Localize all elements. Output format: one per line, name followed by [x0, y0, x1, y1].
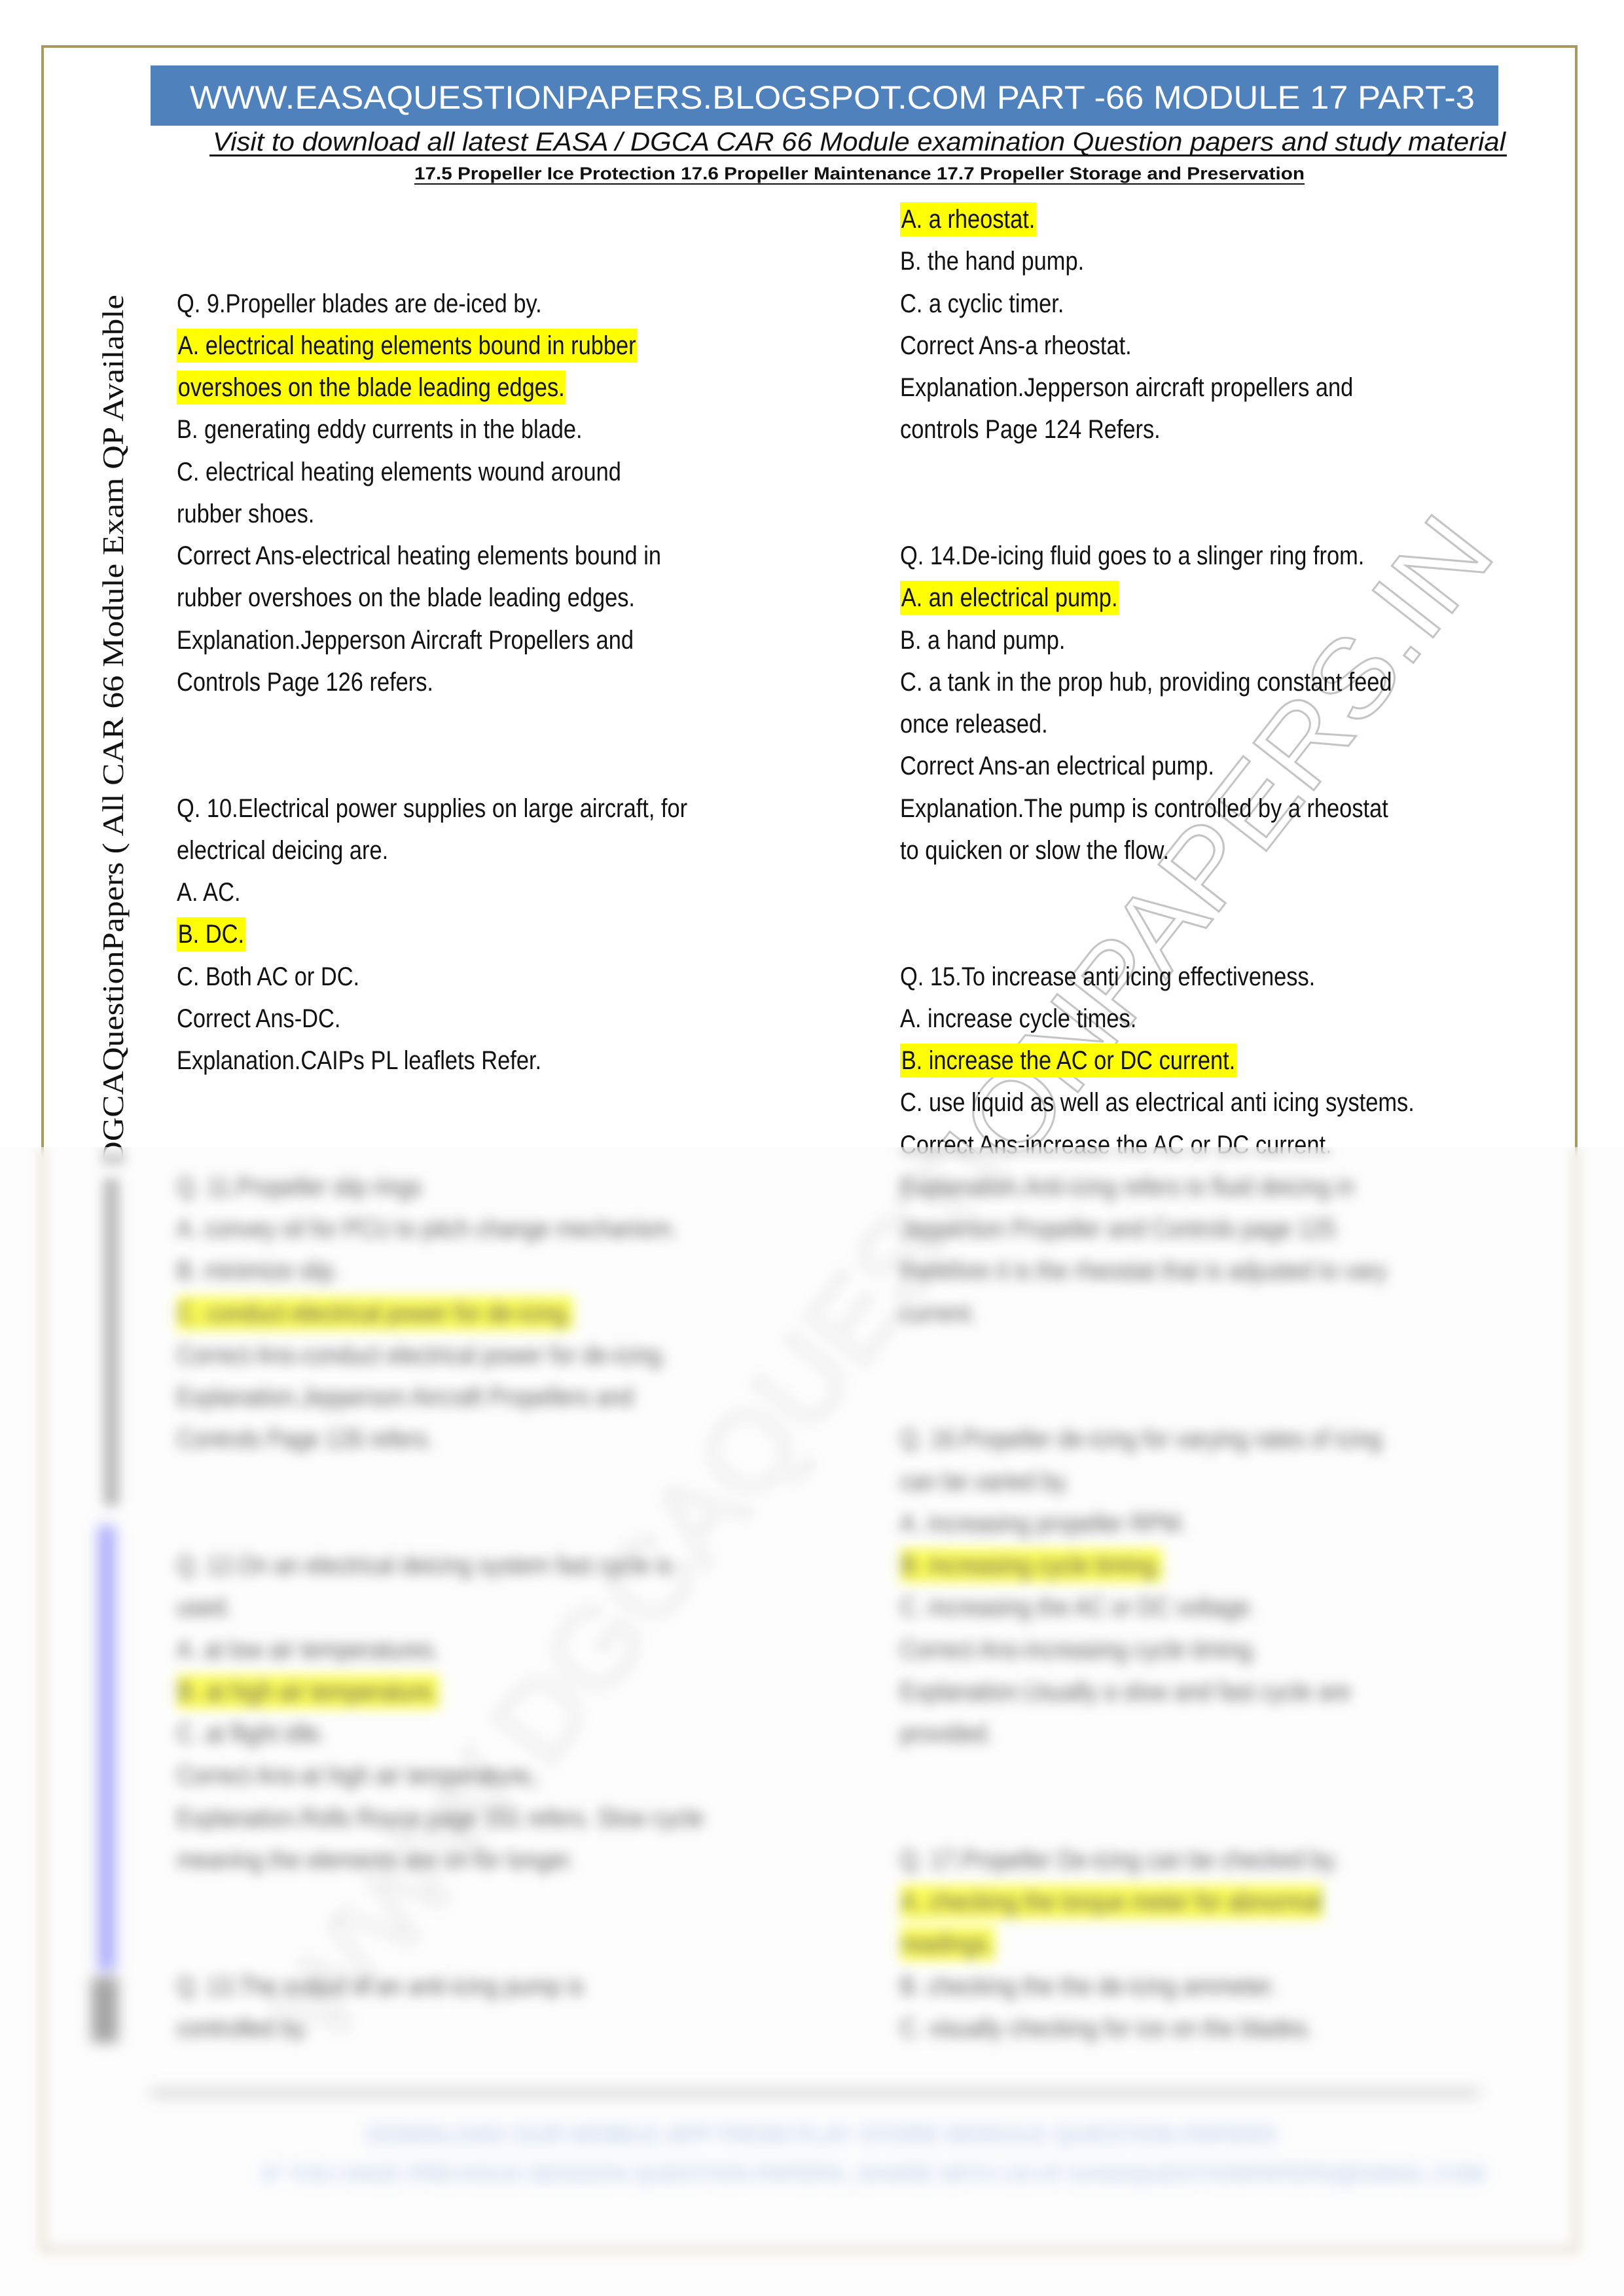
line-text: Q. 9.Propeller blades are de-iced by.	[177, 289, 542, 318]
question-line: Q. 14.De-icing fluid goes to a slinger r…	[900, 535, 1415, 577]
line-text: B. a hand pump.	[900, 625, 1066, 655]
answer-line: Correct Ans-DC.	[177, 998, 704, 1040]
highlighted-answer: B. DC.	[177, 917, 245, 952]
line-text: A. increase cycle times.	[900, 1004, 1137, 1033]
answer-line: rubber shoes.	[177, 493, 704, 535]
question-block: A. a rheostat. B. the hand pump. C. a cycl…	[900, 198, 1415, 451]
line-text: to quicken or slow the flow.	[900, 835, 1170, 865]
line-text: electrical deicing are.	[177, 835, 389, 865]
answer-line: once released.	[900, 703, 1415, 745]
answer-line: B. DC.	[177, 913, 704, 955]
line-text: Controls Page 126 refers.	[177, 667, 433, 697]
visit-underline	[209, 155, 1507, 156]
line-text: C. use liquid as well as electrical anti…	[900, 1088, 1415, 1118]
line-text: once released.	[900, 710, 1048, 738]
answer-line: rubber overshoes on the blade leading ed…	[177, 577, 704, 619]
line-text: Correct Ans-DC.	[177, 1004, 341, 1033]
line-text: C. a cyclic timer.	[900, 289, 1064, 318]
answer-line: Explanation.CAIPs PL leaflets Refer.	[177, 1040, 704, 1082]
line-text: Correct Ans-a rheostat.	[900, 331, 1132, 360]
answer-line: A. electrical heating elements bound in …	[177, 325, 704, 367]
highlighted-answer: A. electrical heating elements bound in …	[177, 328, 638, 363]
answer-line: B. generating eddy currents in the blade…	[177, 409, 704, 450]
line-text: B. generating eddy currents in the blade…	[177, 415, 583, 445]
answer-line: C. Both AC or DC.	[177, 956, 704, 998]
answer-line: Correct Ans-an electrical pump.	[900, 745, 1415, 787]
line-text: rubber shoes.	[177, 499, 315, 528]
question-block: Q. 9.Propeller blades are de-iced by. A. …	[177, 283, 704, 704]
answer-line: to quicken or slow the flow.	[900, 829, 1415, 871]
question-line: Q. 9.Propeller blades are de-iced by.	[177, 283, 704, 325]
line-text: Explanation.CAIPs PL leaflets Refer.	[177, 1046, 542, 1075]
answer-line: C. a tank in the prop hub, providing con…	[900, 661, 1415, 703]
question-line: Q. 10.Electrical power supplies on large…	[177, 788, 704, 829]
answer-line: electrical deicing are.	[177, 829, 704, 871]
sidebar-vertical: DGCAQuestionPapers ( All CAR 66 Module E…	[96, 295, 130, 1165]
blurred-preview-overlay	[0, 1147, 1624, 2296]
line-text: Q. 15.To increase anti icing effectivene…	[900, 962, 1316, 991]
answer-line: C. electrical heating elements wound aro…	[177, 451, 704, 493]
visit-link[interactable]: Visit to download all latest EASA / DGCA…	[213, 128, 1506, 156]
answer-line: Controls Page 126 refers.	[177, 661, 704, 703]
line-text: Explanation.Jepperson Aircraft Propeller…	[177, 625, 634, 655]
answer-line: overshoes on the blade leading edges.	[177, 367, 704, 409]
line-text: rubber overshoes on the blade leading ed…	[177, 583, 635, 613]
line-text: C. electrical heating elements wound aro…	[177, 457, 621, 486]
highlighted-answer: A. an electrical pump.	[900, 581, 1119, 615]
question-line: A. a rheostat.	[900, 198, 1415, 240]
line-text: controls Page 124 Refers.	[900, 415, 1161, 445]
answer-line: Correct Ans-a rheostat.	[900, 325, 1415, 367]
answer-line: A. increase cycle times.	[900, 998, 1415, 1040]
line-text: Correct Ans-electrical heating elements …	[177, 541, 662, 570]
line-text: Explanation.Jepperson aircraft propeller…	[900, 373, 1354, 402]
answer-line: C. use liquid as well as electrical anti…	[900, 1082, 1415, 1123]
answer-line: Explanation.The pump is controlled by a …	[900, 788, 1415, 829]
answer-line: B. increase the AC or DC current.	[900, 1040, 1415, 1082]
line-text: A. AC.	[177, 878, 241, 907]
answer-line: Explanation.Jepperson Aircraft Propeller…	[177, 619, 704, 661]
highlighted-answer: overshoes on the blade leading edges.	[177, 371, 566, 405]
line-text: Correct Ans-an electrical pump.	[900, 752, 1214, 781]
line-text: Q. 10.Electrical power supplies on large…	[177, 793, 688, 823]
topics-heading: 17.5 Propeller Ice Protection 17.6 Prope…	[414, 164, 1305, 183]
answer-line: C. a cyclic timer.	[900, 283, 1415, 325]
answer-line: B. the hand pump.	[900, 240, 1415, 282]
line-text: C. Both AC or DC.	[177, 962, 360, 991]
answer-line: B. a hand pump.	[900, 619, 1415, 661]
banner-title[interactable]: WWW.EASAQUESTIONPAPERS.BLOGSPOT.COM PART…	[190, 79, 1475, 116]
line-text: C. a tank in the prop hub, providing con…	[900, 667, 1392, 697]
question-block: Q. 14.De-icing fluid goes to a slinger r…	[900, 535, 1415, 871]
question-block: Q. 10.Electrical power supplies on large…	[177, 788, 704, 1082]
answer-line: Correct Ans-electrical heating elements …	[177, 535, 704, 577]
answer-line: Explanation.Jepperson aircraft propeller…	[900, 367, 1415, 409]
line-text: B. the hand pump.	[900, 247, 1085, 276]
line-text: Explanation.The pump is controlled by a …	[900, 793, 1388, 823]
topics-underline	[414, 183, 1305, 185]
question-line: Q. 15.To increase anti icing effectivene…	[900, 956, 1415, 998]
highlighted-answer: A. a rheostat.	[900, 202, 1037, 236]
answer-line: A. an electrical pump.	[900, 577, 1415, 619]
answer-line: controls Page 124 Refers.	[900, 409, 1415, 450]
highlighted-answer: B. increase the AC or DC current.	[900, 1044, 1236, 1078]
sidebar-text: DGCAQuestionPapers ( All CAR 66 Module E…	[96, 295, 130, 1165]
document-page: WWW.EASAQUESTIONPAPERS.BLOGSPOT.COM PART…	[0, 0, 1624, 2296]
line-text: Q. 14.De-icing fluid goes to a slinger r…	[900, 541, 1365, 570]
answer-line: A. AC.	[177, 871, 704, 913]
